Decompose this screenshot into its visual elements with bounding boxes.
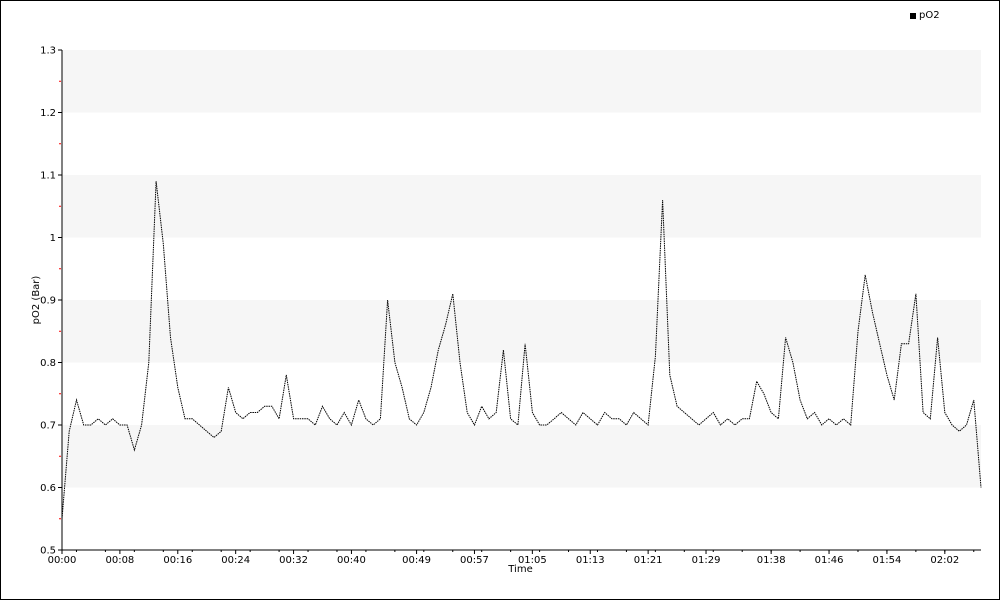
grid-band: [62, 50, 981, 113]
x-tick-label: 01:54: [873, 555, 902, 566]
x-tick-label: 00:00: [48, 555, 77, 566]
x-tick-label: 00:40: [337, 555, 366, 566]
x-tick-label: 00:32: [279, 555, 308, 566]
grid-band: [62, 175, 981, 238]
y-tick-label: 0.7: [40, 421, 56, 432]
legend-swatch-po2: [910, 12, 916, 19]
legend-label-po2: pO2: [919, 10, 940, 21]
x-tick-label: 00:49: [402, 555, 431, 566]
x-tick-label: 00:08: [105, 555, 134, 566]
grid-band: [62, 300, 981, 363]
x-axis-title: Time: [507, 564, 532, 575]
x-tick-label: 00:24: [221, 555, 250, 566]
x-tick-label: 02:02: [930, 555, 959, 566]
x-tick-label: 01:13: [576, 555, 605, 566]
y-axis-title: pO2 (Bar): [31, 276, 42, 325]
x-tick-label: 00:16: [163, 555, 192, 566]
x-tick-label: 00:57: [460, 555, 489, 566]
y-axis-ticks: 0.50.60.70.80.911.11.21.3: [40, 46, 62, 557]
chart-frame: 0.5 0.6 0.7 0.8 0.9 1 1.1 1.2 1.3 00:00 00:08 00:1…: [0, 0, 1000, 600]
x-tick-label: 01:46: [815, 555, 844, 566]
x-tick-label: 01:21: [634, 555, 663, 566]
y-tick-label: 1.2: [40, 108, 56, 119]
y-tick-label: 0.8: [40, 358, 56, 369]
po2-line-chart: 0.50.60.70.80.911.11.21.3 00:00 00:08 00:1…: [31, 46, 982, 575]
grid-bands: [62, 50, 981, 488]
x-tick-label: 01:29: [692, 555, 721, 566]
x-tick-label: 01:38: [757, 555, 786, 566]
y-tick-label: 0.6: [40, 483, 56, 494]
grid-band: [62, 425, 981, 488]
y-tick-label: 0.9: [40, 296, 56, 307]
legend: pO2: [910, 10, 940, 21]
y-tick-label: 1.1: [40, 171, 56, 182]
y-tick-label: 1: [50, 233, 56, 244]
y-tick-label: 1.3: [40, 46, 56, 57]
